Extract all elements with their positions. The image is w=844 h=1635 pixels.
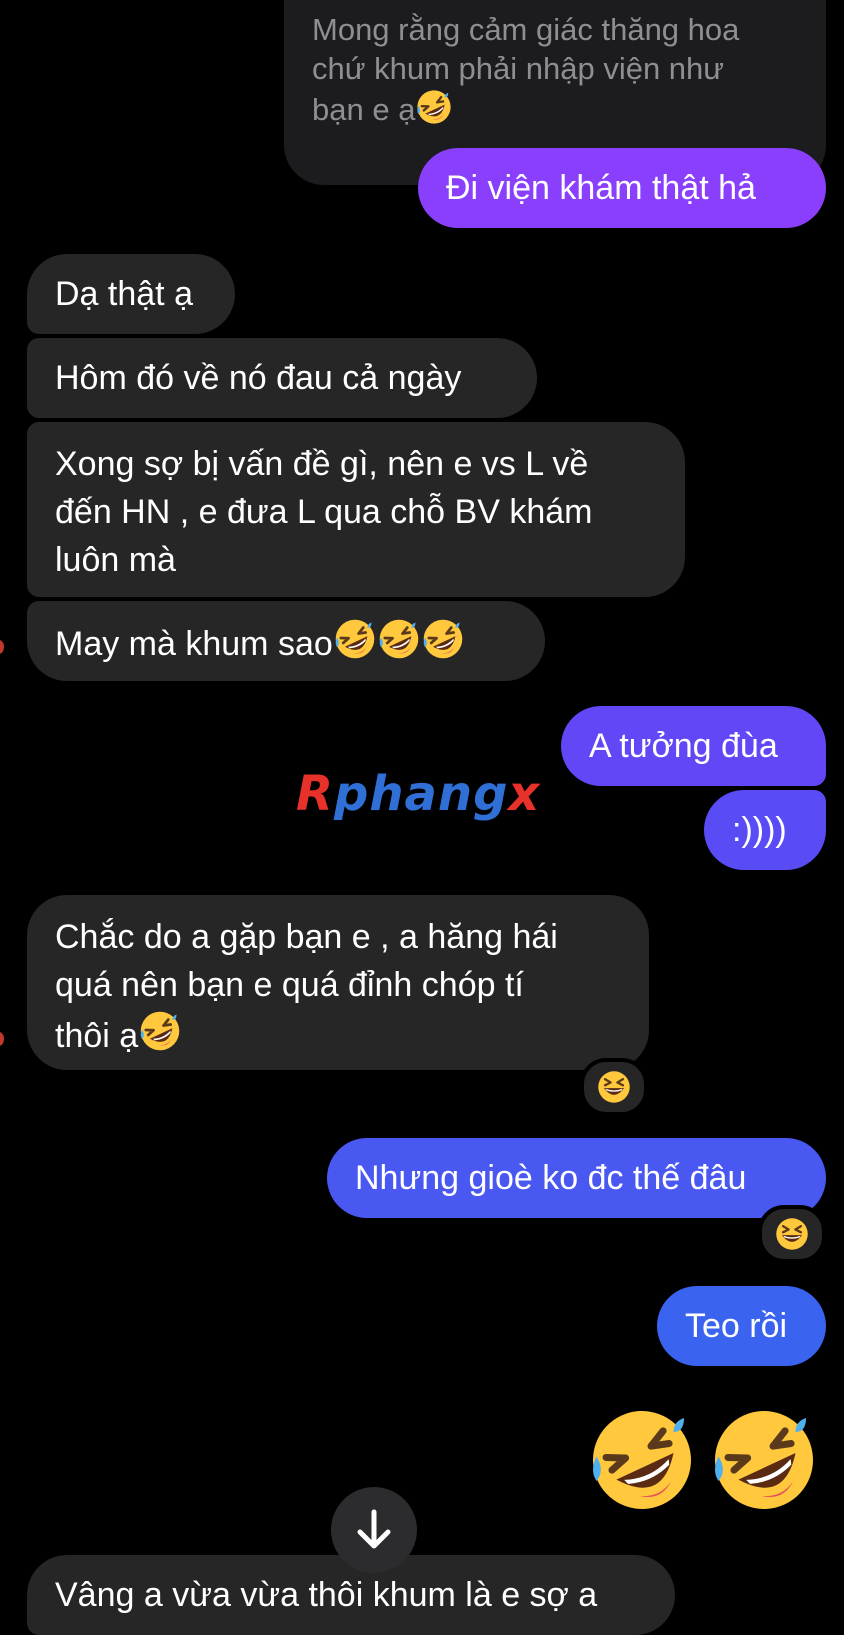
message-text: Nhưng gioè ko đc thế đâu: [355, 1159, 747, 1197]
message-text-line: đến HN , e đưa L qua chỗ BV khám: [55, 493, 593, 531]
rofl-emoji-icon: [415, 88, 453, 126]
message-text: Teo rồi: [685, 1307, 788, 1345]
reaction-badge[interactable]: [580, 1058, 648, 1116]
outgoing-message[interactable]: Teo rồi: [657, 1286, 826, 1366]
incoming-message[interactable]: Chắc do a gặp bạn e , a hăng hái quá nên…: [27, 895, 649, 1070]
message-text: Đi viện khám thật hả: [446, 169, 756, 207]
message-text: Dạ thật ạ: [55, 275, 193, 313]
quoted-line: Mong rằng cảm giác thăng hoa: [312, 12, 740, 47]
outgoing-message[interactable]: Đi viện khám thật hả: [418, 148, 826, 228]
quoted-line: chứ khum phải nhập viện như: [312, 51, 725, 86]
message-text: Hôm đó về nó đau cả ngày: [55, 359, 462, 397]
outgoing-message[interactable]: :)))): [704, 790, 826, 870]
rofl-emoji-icon: [138, 1009, 182, 1053]
message-text: A tưởng đùa: [589, 727, 778, 765]
quoted-line: bạn e ạ: [312, 88, 798, 129]
rofl-emoji-icon[interactable]: [586, 1404, 698, 1516]
arrow-down-icon: [357, 1509, 391, 1549]
incoming-message[interactable]: May mà khum sao: [27, 601, 545, 681]
incoming-message[interactable]: Xong sợ bị vấn đề gì, nên e vs L về đến …: [27, 422, 685, 597]
scroll-to-bottom-button[interactable]: [331, 1487, 417, 1573]
outgoing-message[interactable]: A tưởng đùa: [561, 706, 826, 786]
message-text-line: thôi ạ: [55, 1009, 621, 1060]
message-text-line: luôn mà: [55, 541, 176, 579]
message-text-line: Xong sợ bị vấn đề gì, nên e vs L về: [55, 445, 589, 483]
incoming-message[interactable]: Hôm đó về nó đau cả ngày: [27, 338, 537, 418]
laughing-face-icon: [774, 1216, 810, 1252]
incoming-message[interactable]: Dạ thật ạ: [27, 254, 235, 334]
edge-indicator: [0, 640, 4, 654]
laughing-face-icon: [596, 1069, 632, 1105]
rofl-emoji-icon: [377, 617, 421, 661]
incoming-message[interactable]: Vâng a vừa vừa thôi khum là e sợ a: [27, 1555, 675, 1635]
rofl-emoji-icon: [421, 617, 465, 661]
outgoing-message[interactable]: Nhưng gioè ko đc thế đâu: [327, 1138, 826, 1218]
message-text: Vâng a vừa vừa thôi khum là e sợ a: [55, 1576, 598, 1614]
rofl-emoji-icon[interactable]: [708, 1404, 820, 1516]
message-text: May mà khum sao: [55, 625, 333, 663]
rofl-emoji-icon: [333, 617, 377, 661]
message-text: :)))): [732, 811, 787, 849]
reaction-badge[interactable]: [758, 1205, 826, 1263]
watermark-logo: Rphangx: [296, 766, 541, 822]
message-text-line: quá nên bạn e quá đỉnh chóp tí: [55, 966, 524, 1004]
edge-indicator: [0, 1032, 4, 1046]
message-text-line: Chắc do a gặp bạn e , a hăng hái: [55, 918, 558, 956]
